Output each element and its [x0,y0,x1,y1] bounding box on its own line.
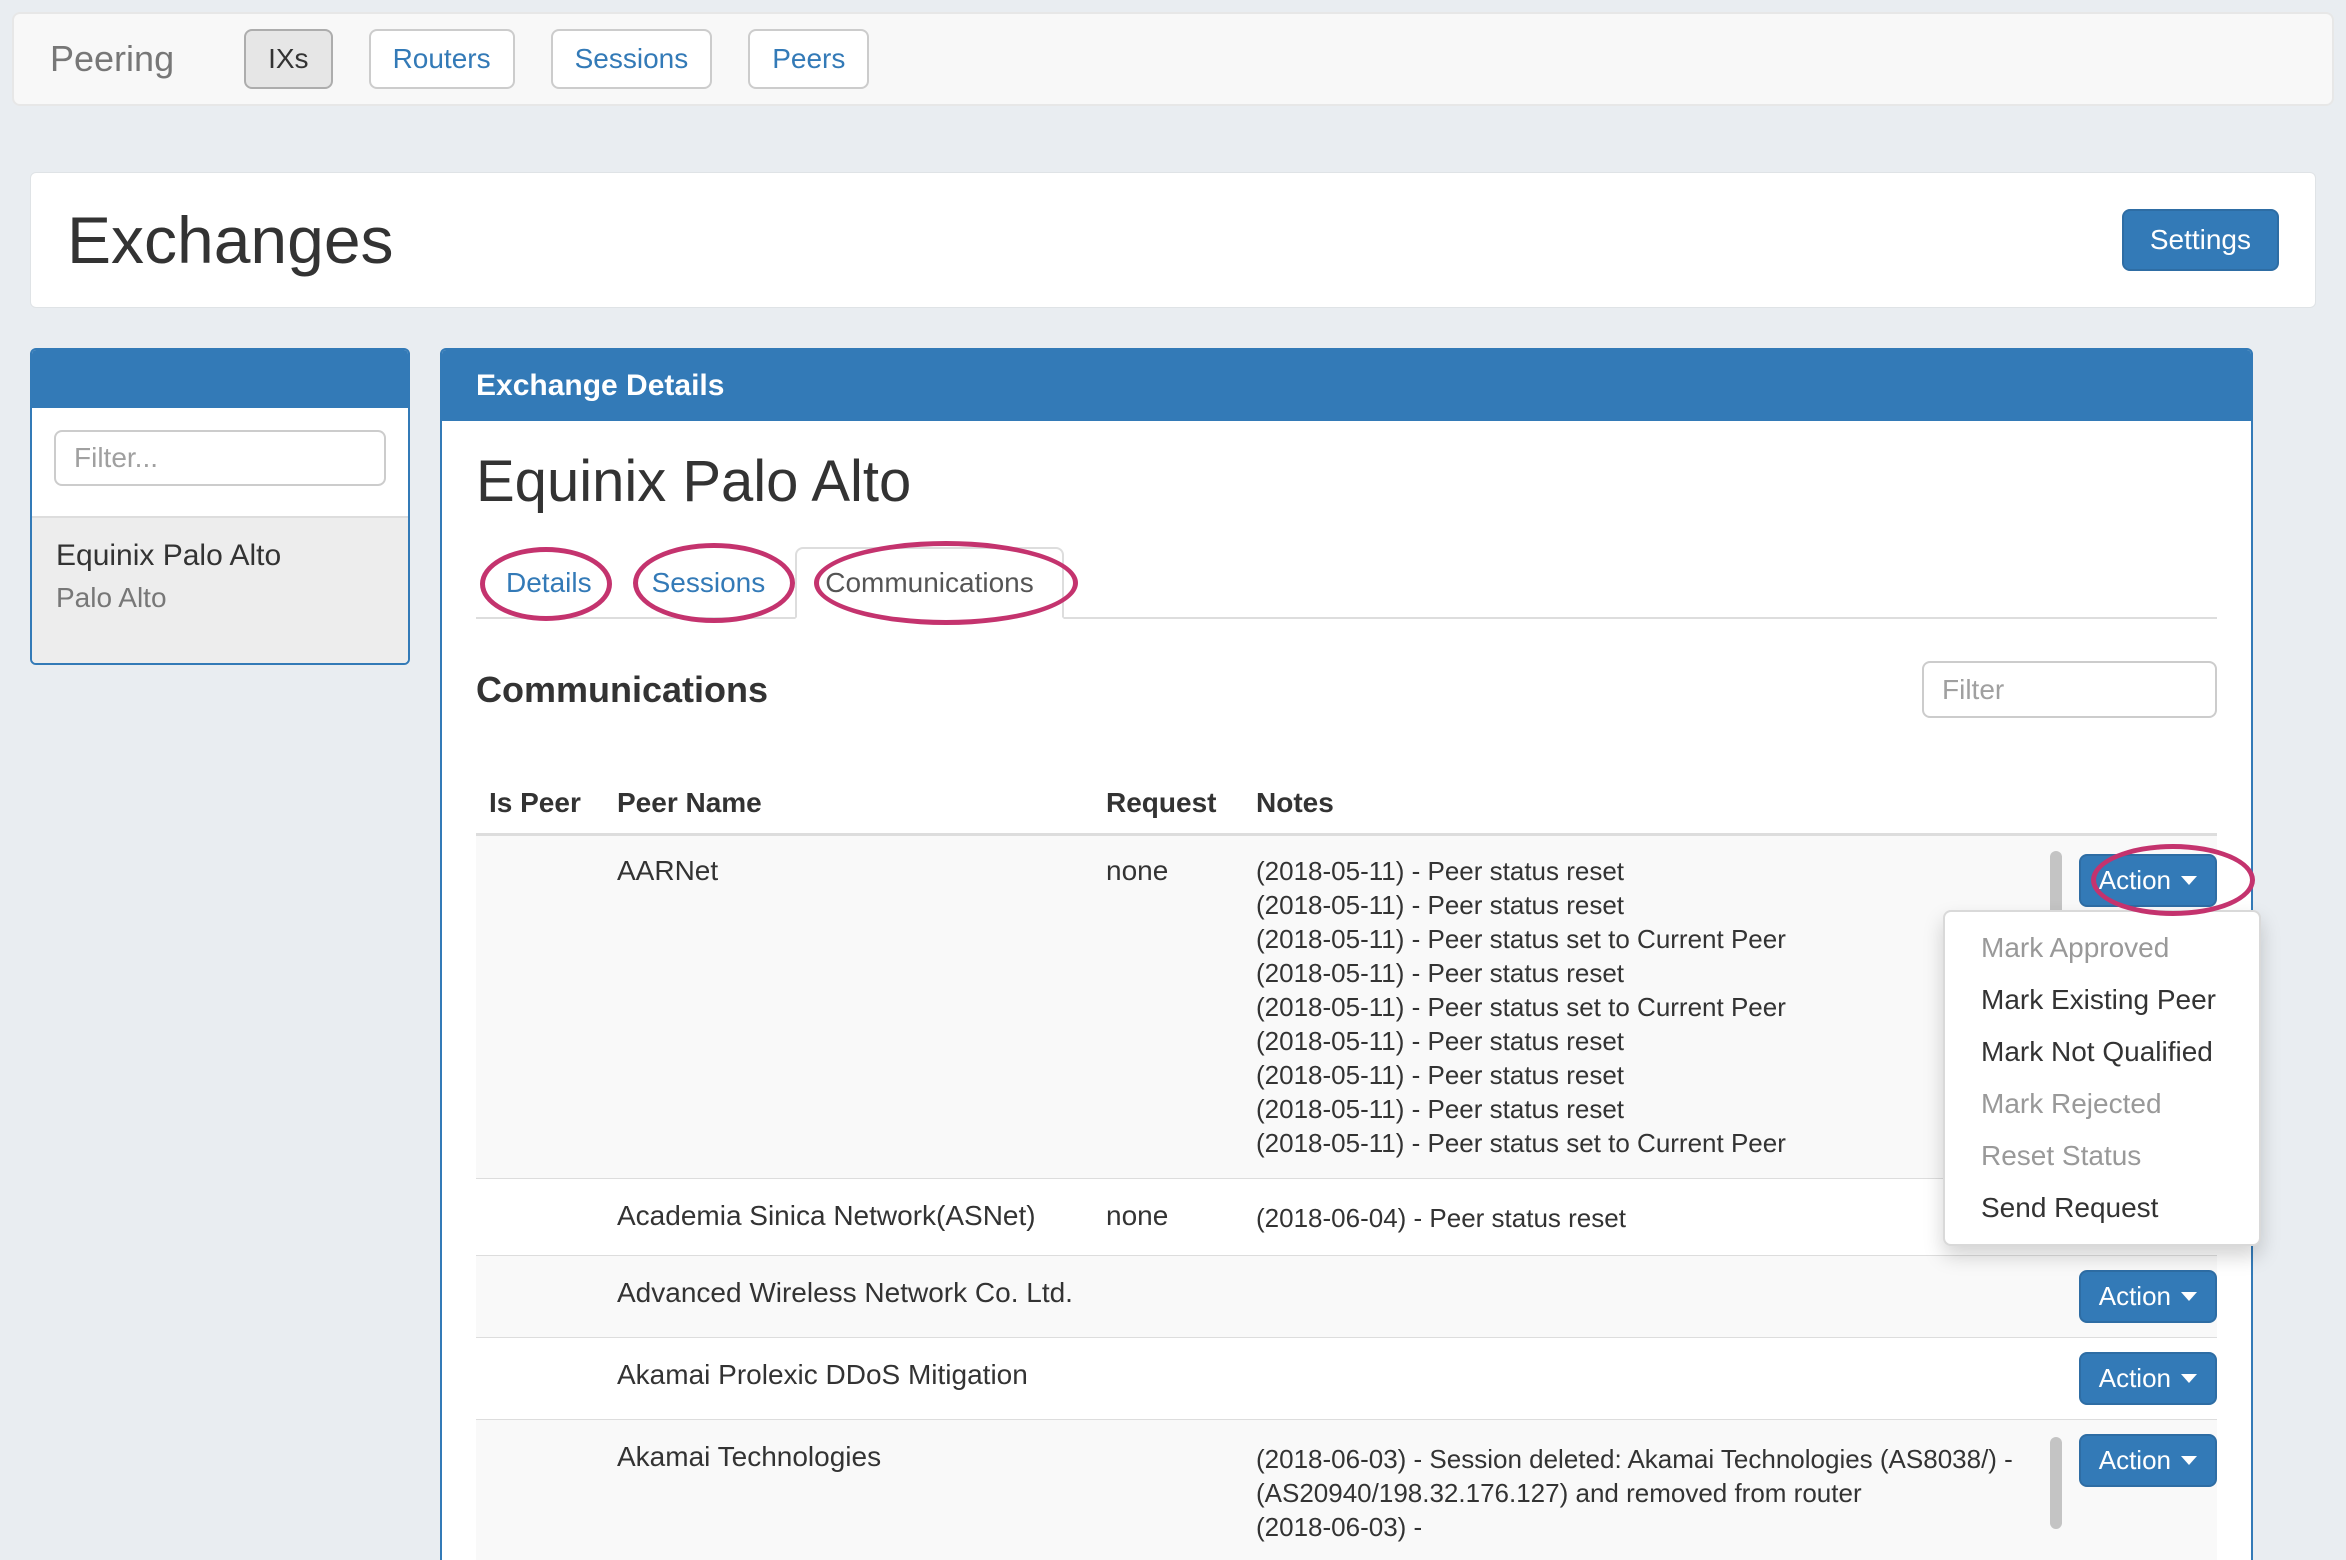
exchange-details-header: Exchange Details [442,350,2251,421]
note-line: (2018-05-11) - Peer status reset [1256,888,2022,922]
page-header-panel: Exchanges Settings [30,172,2316,308]
is-peer-value [476,1256,617,1337]
action-dropdown-button[interactable]: Action [2079,1270,2217,1323]
communications-section-header: Communications [476,661,2217,718]
is-peer-value [476,1338,617,1419]
table-row: Akamai Technologies (2018-06-03) - Sessi… [476,1419,2217,1560]
exchange-list-panel-header [32,350,408,408]
peer-name: AARNet [617,836,1106,1178]
tab-communications[interactable]: Communications [795,547,1064,619]
note-line: (2018-05-11) - Peer status reset [1256,854,2022,888]
exchange-list-panel: Equinix Palo Alto Palo Alto [30,348,410,665]
action-dropdown-button[interactable]: Action [2079,1434,2217,1487]
notes-cell: (2018-05-11) - Peer status reset (2018-0… [1256,836,2042,1178]
action-dropdown-menu: Mark Approved Mark Existing Peer Mark No… [1943,910,2261,1246]
navbar-brand: Peering [50,38,174,80]
table-header-row: Is Peer Peer Name Request Notes [476,774,2217,835]
exchange-title: Equinix Palo Alto [476,451,2217,513]
col-is-peer: Is Peer [476,774,617,833]
note-line: (2018-05-11) - Peer status reset [1256,1024,2022,1058]
menu-item-mark-existing-peer[interactable]: Mark Existing Peer [1945,974,2259,1026]
action-button-label: Action [2099,1445,2171,1476]
settings-button[interactable]: Settings [2122,209,2279,271]
menu-item-send-request[interactable]: Send Request [1945,1182,2259,1234]
caret-down-icon [2181,1292,2197,1301]
col-notes: Notes [1256,774,2042,833]
table-row: Akamai Prolexic DDoS Mitigation Action [476,1337,2217,1419]
notes-cell: (2018-06-03) - Session deleted: Akamai T… [1256,1420,2042,1560]
menu-item-mark-rejected[interactable]: Mark Rejected [1945,1078,2259,1130]
notes-cell [1256,1256,2042,1337]
actions-cell: Action [2042,1256,2217,1337]
request-value: none [1106,1179,1256,1255]
peer-name: Advanced Wireless Network Co. Ltd. [617,1256,1106,1337]
col-peer-name: Peer Name [617,774,1106,833]
caret-down-icon [2181,876,2197,885]
request-value [1106,1420,1256,1560]
note-line: (2018-06-03) - [1256,1510,2022,1544]
is-peer-value [476,1179,617,1255]
request-value: none [1106,836,1256,1178]
exchange-filter-input[interactable] [54,430,386,486]
menu-item-mark-not-qualified[interactable]: Mark Not Qualified [1945,1026,2259,1078]
notes-cell: (2018-06-04) - Peer status reset [1256,1179,2042,1255]
caret-down-icon [2181,1456,2197,1465]
note-line: (2018-05-11) - Peer status set to Curren… [1256,1126,2022,1160]
exchange-filter-wrap [32,408,408,516]
is-peer-value [476,836,617,1178]
exchange-list-item[interactable]: Equinix Palo Alto Palo Alto [32,516,408,663]
action-button-label: Action [2099,1281,2171,1312]
tab-details[interactable]: Details [476,547,622,619]
navbar-item-routers[interactable]: Routers [369,29,515,89]
note-line: (2018-06-04) - Peer status reset [1256,1201,2022,1235]
navbar-item-ixs[interactable]: IXs [244,29,332,89]
tab-bar: Details Sessions Communications [476,547,2217,619]
note-line: (2018-05-11) - Peer status reset [1256,956,2022,990]
menu-item-mark-approved[interactable]: Mark Approved [1945,922,2259,974]
col-request: Request [1106,774,1256,833]
action-button-label: Action [2099,865,2171,896]
notes-scrollbar-thumb[interactable] [2050,1437,2062,1529]
caret-down-icon [2181,1374,2197,1383]
request-value [1106,1256,1256,1337]
communications-filter-input[interactable] [1922,661,2217,718]
request-value [1106,1338,1256,1419]
exchange-city: Palo Alto [56,582,384,614]
peer-name: Akamai Technologies [617,1420,1106,1560]
page-title: Exchanges [67,202,394,278]
actions-cell: Action [2042,1338,2217,1419]
action-button-label: Action [2099,1363,2171,1394]
menu-item-reset-status[interactable]: Reset Status [1945,1130,2259,1182]
action-dropdown-button[interactable]: Action [2079,1352,2217,1405]
note-line: (2018-05-11) - Peer status set to Curren… [1256,990,2022,1024]
notes-cell [1256,1338,2042,1419]
navbar-item-sessions[interactable]: Sessions [551,29,713,89]
note-line: (2018-06-03) - Session deleted: Akamai T… [1256,1442,2022,1510]
peer-name: Akamai Prolexic DDoS Mitigation [617,1338,1106,1419]
col-actions [2042,774,2217,833]
exchange-name: Equinix Palo Alto [56,536,384,576]
tab-sessions[interactable]: Sessions [622,547,796,619]
note-line: (2018-05-11) - Peer status reset [1256,1058,2022,1092]
is-peer-value [476,1420,617,1560]
communications-title: Communications [476,669,768,711]
peer-name: Academia Sinica Network(ASNet) [617,1179,1106,1255]
note-line: (2018-05-11) - Peer status reset [1256,1092,2022,1126]
note-line: (2018-05-11) - Peer status set to Curren… [1256,922,2022,956]
actions-cell: Action [2042,1420,2217,1560]
action-dropdown-button[interactable]: Action [2079,854,2217,907]
navbar-item-peers[interactable]: Peers [748,29,869,89]
navbar: Peering IXs Routers Sessions Peers [12,12,2334,106]
table-row: Advanced Wireless Network Co. Ltd. Actio… [476,1255,2217,1337]
